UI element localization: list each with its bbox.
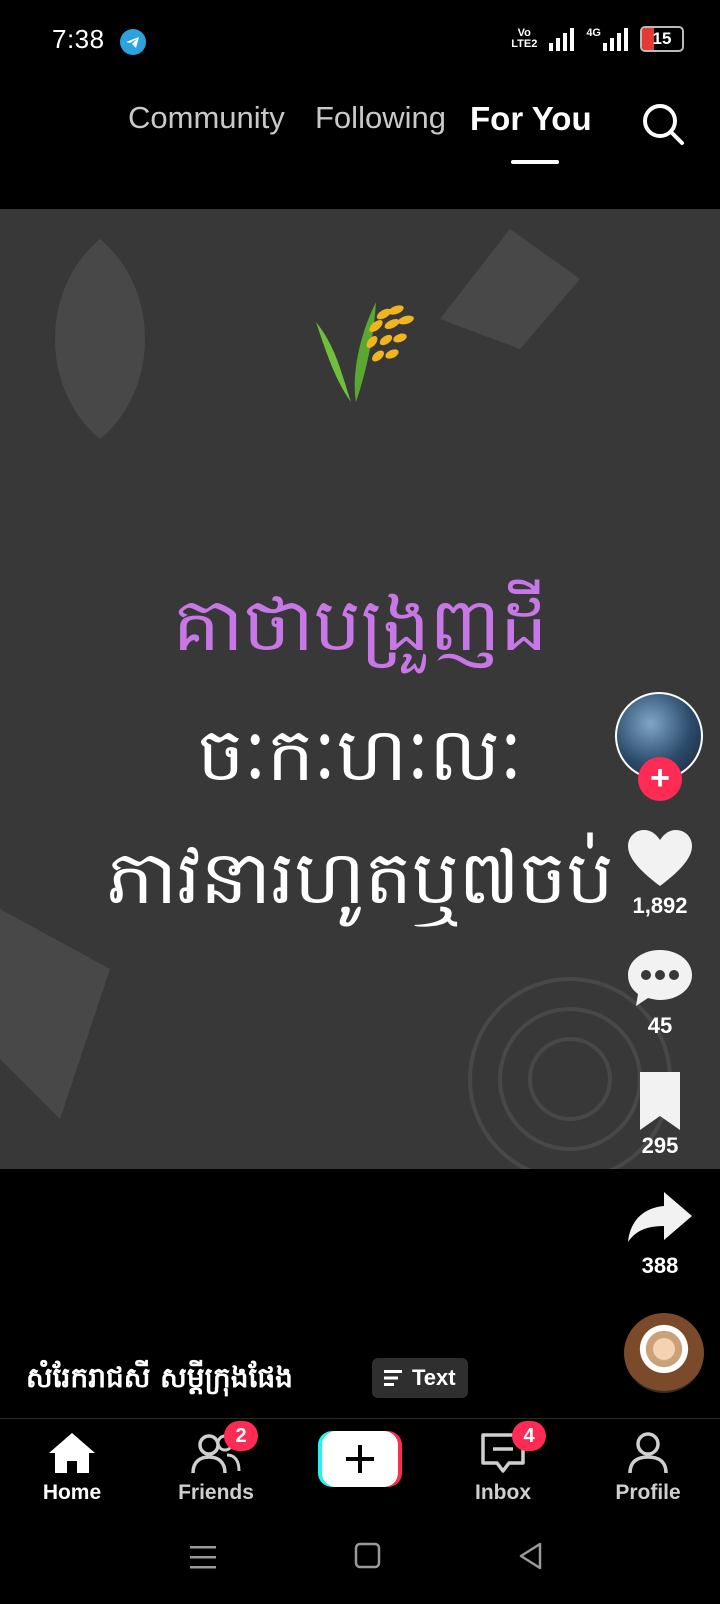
video-title-line3: ភាវនារហូតឬ៧ចប់ [106, 835, 614, 921]
nav-home-label: Home [42, 1481, 102, 1504]
music-disc[interactable] [624, 1313, 704, 1393]
nav-profile-label: Profile [615, 1481, 681, 1504]
tab-for-you[interactable]: For You [470, 100, 592, 138]
text-lines-icon [384, 1370, 402, 1386]
friends-badge: 2 [224, 1421, 258, 1451]
decor-shape-icon [0, 909, 110, 1119]
video-title-line1: គាថាបង្រួញដី [172, 582, 548, 668]
like-count: 1,892 [632, 893, 688, 918]
bookmark-icon[interactable] [626, 1072, 694, 1134]
share-count: 388 [641, 1253, 679, 1278]
system-nav-bar [0, 1528, 720, 1604]
create-button[interactable] [318, 1431, 402, 1487]
share-icon[interactable] [626, 1188, 694, 1250]
follow-button[interactable]: + [638, 757, 682, 801]
save-count: 295 [641, 1133, 679, 1158]
telegram-icon [120, 29, 146, 55]
video-title-line2: ចៈកៈហៈលៈ [197, 712, 523, 798]
battery-icon: 15 [640, 26, 684, 52]
tab-following[interactable]: Following [315, 100, 446, 136]
nav-inbox[interactable]: Inbox [443, 1431, 563, 1505]
back-triangle-icon[interactable] [518, 1542, 544, 1570]
nav-home[interactable]: Home [12, 1431, 132, 1505]
signal-4g-icon: 4G [586, 27, 628, 51]
plus-icon [318, 1431, 402, 1487]
nav-inbox-label: Inbox [475, 1481, 531, 1504]
text-badge[interactable]: Text [372, 1358, 468, 1398]
tab-community[interactable]: Community [128, 100, 285, 136]
nav-friends[interactable]: Friends [156, 1431, 276, 1505]
status-icons: Vo LTE2 4G 15 [511, 26, 684, 52]
decor-shape-icon [440, 229, 580, 349]
search-icon[interactable] [640, 101, 686, 147]
nav-friends-label: Friends [178, 1481, 254, 1504]
recents-menu-icon[interactable] [190, 1544, 218, 1570]
heart-icon[interactable] [626, 828, 694, 890]
active-tab-indicator [511, 160, 559, 164]
decor-leaf-icon [55, 239, 145, 439]
status-time: 7:38 [52, 24, 105, 54]
nav-profile[interactable]: Profile [588, 1431, 708, 1505]
signal-icon [549, 27, 575, 51]
rice-logo-icon [316, 302, 414, 402]
home-icon [49, 1433, 95, 1473]
bottom-nav: Home Friends 2 Inbox 4 Profile [0, 1418, 720, 1529]
author-name[interactable]: សំរែករាជសី សម្ដីក្រុងផែង [26, 1360, 293, 1401]
feed-tabs: Community Following For You [0, 100, 720, 160]
profile-icon [628, 1432, 668, 1474]
text-badge-label: Text [412, 1365, 456, 1390]
comment-icon[interactable] [626, 948, 694, 1010]
volte-icon: Vo LTE2 [511, 27, 538, 50]
inbox-badge: 4 [512, 1421, 546, 1451]
home-square-icon[interactable] [354, 1542, 382, 1570]
comment-count: 45 [647, 1013, 673, 1038]
